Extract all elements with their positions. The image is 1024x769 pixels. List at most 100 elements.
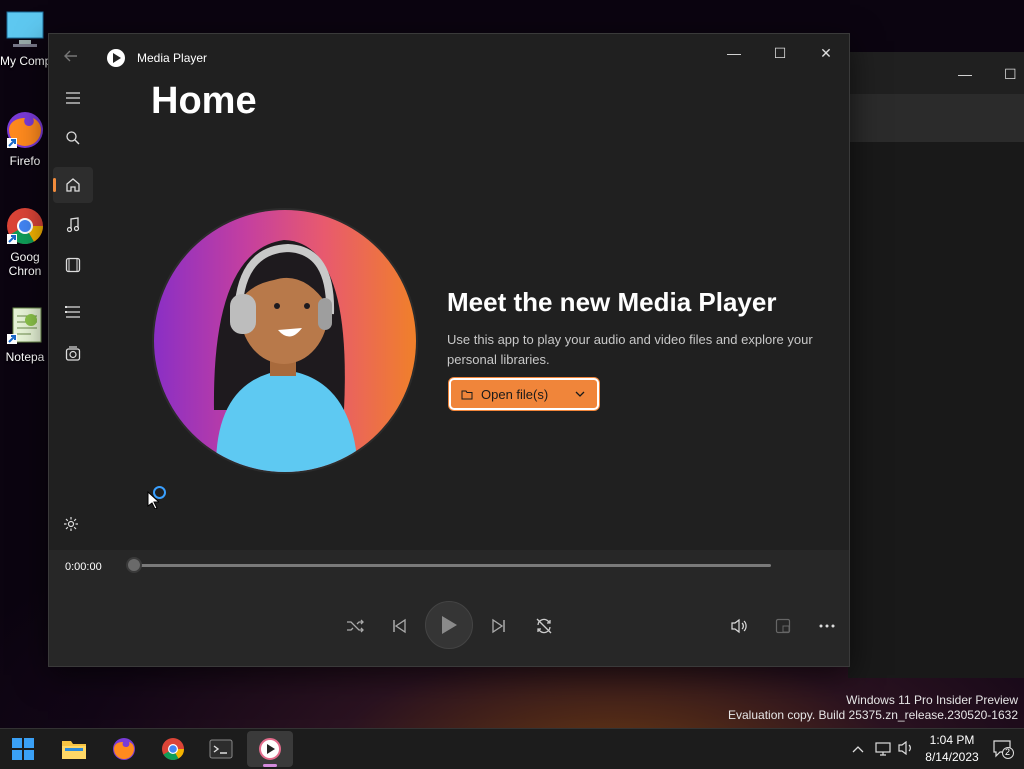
repeat-icon [536, 618, 552, 634]
network-icon [875, 742, 891, 756]
folder-icon [461, 390, 473, 399]
minimize-button[interactable]: — [719, 42, 749, 64]
desktop-icon-firefox[interactable]: Firefo [0, 110, 50, 168]
close-button[interactable]: ✕ [811, 42, 841, 64]
next-icon [492, 618, 505, 634]
home-icon [66, 178, 80, 192]
maximize-button[interactable]: ☐ [765, 42, 795, 64]
chrome-icon [162, 738, 184, 760]
desktop-icon-label: Goog Chron [8, 250, 42, 278]
background-maximize-button[interactable]: ☐ [1004, 66, 1017, 83]
desktop-icon-my-computer[interactable]: My Comp [0, 10, 52, 68]
nav-play-queue[interactable] [53, 294, 93, 330]
media-player-icon [259, 738, 281, 760]
person-with-headphones-illustration [213, 240, 358, 472]
page-title: Home [151, 80, 257, 122]
promo-title: Meet the new Media Player [447, 287, 777, 317]
file-explorer-icon [62, 741, 86, 759]
desktop-icon-label: Notepa [5, 350, 45, 364]
taskbar-firefox[interactable] [110, 735, 138, 763]
play-icon [442, 616, 457, 634]
media-player-window: Media Player — ☐ ✕ Home Meet the new Med… [48, 33, 850, 667]
network-button[interactable] [874, 741, 892, 760]
computer-icon [5, 10, 45, 50]
miniplayer-button[interactable] [769, 612, 797, 640]
nav-search-button[interactable] [53, 120, 93, 156]
next-button[interactable] [485, 612, 513, 640]
firefox-icon [113, 738, 135, 760]
watermark-line-2: Evaluation copy. Build 25375.zn_release.… [728, 708, 1018, 722]
background-window-titlebar: — ☐ [848, 52, 1024, 94]
radio-icon [65, 346, 81, 361]
search-icon [66, 131, 80, 145]
repeat-button[interactable] [530, 612, 558, 640]
player-bar: 0:00:00 [49, 550, 849, 666]
chevron-down-icon [575, 389, 585, 400]
desktop-icon-notepad[interactable]: Notepa [0, 306, 50, 364]
promo-description: Use this app to play your audio and vide… [447, 332, 813, 367]
previous-button[interactable] [385, 612, 413, 640]
taskbar-media-player[interactable] [256, 735, 284, 763]
taskbar-terminal[interactable] [207, 735, 235, 763]
app-title: Media Player [137, 51, 208, 65]
desktop-icon-label: Firefo [9, 154, 41, 168]
nav-music-library[interactable] [53, 207, 93, 243]
hero-illustration [154, 210, 416, 472]
taskbar-chrome[interactable] [159, 735, 187, 763]
settings-button[interactable] [63, 516, 83, 536]
taskbar-file-explorer[interactable] [60, 735, 88, 763]
taskbar: 1:04 PM 8/14/2023 2 [0, 728, 1024, 769]
chrome-icon [5, 206, 45, 246]
play-button[interactable] [425, 601, 473, 649]
desktop-icon-chrome[interactable]: Goog Chron [0, 206, 50, 278]
back-arrow-icon [64, 50, 77, 62]
open-files-label: Open file(s) [481, 386, 549, 402]
terminal-icon [209, 739, 233, 759]
notepad-icon [5, 306, 45, 346]
clock-time: 1:04 PM [929, 733, 975, 747]
elapsed-time: 0:00:00 [65, 561, 102, 573]
open-files-button[interactable]: Open file(s) [449, 378, 599, 410]
nav-video-library[interactable] [53, 247, 93, 283]
mouse-cursor-icon [147, 490, 161, 514]
music-icon [66, 217, 80, 233]
start-button[interactable] [9, 735, 37, 763]
nav-playlists[interactable] [53, 336, 93, 372]
seek-track[interactable] [135, 564, 771, 567]
nav-home[interactable] [53, 167, 93, 203]
notifications-button[interactable]: 2 [992, 739, 1014, 762]
background-window-toolbar [848, 94, 1024, 142]
background-window: — ☐ [848, 52, 1024, 678]
volume-tray-button[interactable] [898, 740, 914, 758]
nav-menu-button[interactable] [53, 80, 93, 116]
navigation-pane [49, 80, 97, 550]
clock-date: 8/14/2023 [925, 750, 979, 764]
title-bar: Media Player — ☐ ✕ [49, 34, 849, 80]
previous-icon [393, 618, 406, 634]
start-icon [12, 738, 34, 760]
shuffle-button[interactable] [341, 612, 369, 640]
notification-count-badge: 2 [1005, 747, 1011, 757]
playlist-icon [65, 306, 80, 318]
more-icon [819, 624, 835, 628]
firefox-icon [5, 110, 45, 150]
volume-icon [731, 618, 747, 634]
volume-button[interactable] [725, 612, 753, 640]
video-icon [65, 257, 81, 273]
desktop-icon-label: My Comp [0, 54, 52, 68]
miniplayer-icon [775, 618, 791, 634]
chevron-up-icon [852, 746, 864, 753]
notification-icon [993, 740, 1014, 759]
menu-icon [66, 92, 80, 104]
seek-thumb[interactable] [126, 557, 142, 573]
show-hidden-icons-button[interactable] [852, 741, 864, 756]
gear-icon [64, 517, 78, 531]
watermark-line-1: Windows 11 Pro Insider Preview [846, 693, 1018, 707]
windows-watermark: Windows 11 Pro Insider Preview Evaluatio… [728, 693, 1018, 723]
media-player-logo-icon [107, 49, 125, 67]
more-options-button[interactable] [813, 612, 841, 640]
back-button[interactable] [63, 48, 83, 68]
shuffle-icon [347, 619, 364, 633]
taskbar-clock[interactable]: 1:04 PM 8/14/2023 [920, 732, 984, 766]
background-minimize-button[interactable]: — [958, 66, 972, 82]
